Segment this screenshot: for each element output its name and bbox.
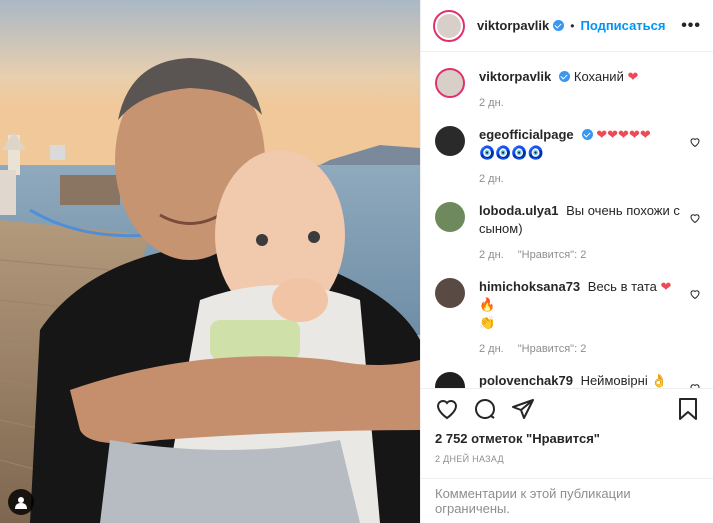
comments-list[interactable]: viktorpavlik Коханий ❤ 2 дн. egeofficial… — [421, 52, 713, 388]
share-icon[interactable] — [511, 397, 535, 421]
comment-username[interactable]: viktorpavlik — [479, 69, 551, 84]
more-options-icon[interactable]: ••• — [681, 17, 701, 35]
comment-item: polovenchak79 Неймовірні 👌 — [435, 372, 701, 388]
comment-item: loboda.ulya1 Вы очень похожи с сыном) 2 … — [435, 202, 701, 264]
comment-username[interactable]: polovenchak79 — [479, 373, 573, 388]
author-avatar[interactable] — [433, 9, 465, 42]
comment-emoji: 👌 — [651, 373, 668, 388]
separator-dot: • — [570, 18, 575, 33]
caption-item: viktorpavlik Коханий ❤ 2 дн. — [435, 68, 701, 112]
comment-text: Весь в тата — [587, 279, 657, 294]
comment-username[interactable]: egeofficialpage — [479, 127, 574, 142]
comment-likes[interactable]: "Нравится": 2 — [518, 249, 587, 261]
comment-time[interactable]: 2 дн. — [479, 343, 504, 355]
bookmark-icon[interactable] — [677, 397, 699, 421]
avatar[interactable] — [435, 202, 465, 232]
tag-user-icon — [15, 496, 27, 509]
comment-username[interactable]: himichoksana73 — [479, 279, 580, 294]
follow-button[interactable]: Подписаться — [580, 18, 665, 33]
post-sidebar: viktorpavlik • Подписаться ••• viktorpav… — [420, 0, 713, 523]
comment-emoji: ❤❤❤❤❤ — [596, 127, 651, 142]
comment-time[interactable]: 2 дн. — [479, 173, 504, 185]
comment-text: Коханий — [573, 69, 624, 84]
comment-text: Неймовірні — [580, 373, 648, 388]
avatar[interactable] — [435, 278, 465, 308]
avatar[interactable] — [435, 68, 465, 98]
post-photo[interactable] — [0, 0, 420, 523]
like-comment-heart-icon[interactable] — [689, 136, 701, 148]
author-username[interactable]: viktorpavlik — [477, 18, 549, 33]
comment-extra-emoji: 👏 — [479, 315, 496, 330]
comment-likes[interactable]: "Нравится": 2 — [518, 343, 587, 355]
comment-item: himichoksana73 Весь в тата ❤🔥 👏 2 дн. "Нр… — [435, 278, 701, 358]
likes-count[interactable]: 2 752 отметок "Нравится" — [421, 431, 713, 446]
like-comment-heart-icon[interactable] — [689, 288, 701, 300]
comment-time[interactable]: 2 дн. — [479, 249, 504, 261]
like-comment-heart-icon[interactable] — [689, 212, 701, 224]
instagram-post: viktorpavlik • Подписаться ••• viktorpav… — [0, 0, 713, 523]
comment-username[interactable]: loboda.ulya1 — [479, 203, 558, 218]
tag-user-button[interactable] — [8, 489, 34, 515]
comment-icon[interactable] — [473, 397, 497, 421]
heart-icon[interactable] — [435, 397, 459, 421]
post-header: viktorpavlik • Подписаться ••• — [421, 0, 713, 52]
avatar[interactable] — [435, 126, 465, 156]
comment-emoji: ❤ — [627, 69, 639, 84]
like-comment-heart-icon[interactable] — [689, 382, 701, 388]
comment-item: egeofficialpage ❤❤❤❤❤ 🧿🧿🧿🧿 2 дн. — [435, 126, 701, 188]
avatar[interactable] — [435, 372, 465, 388]
action-bar — [421, 388, 713, 429]
post-date[interactable]: 2 ДНЕЙ НАЗАД — [421, 454, 713, 464]
comment-extra-emoji: 🧿🧿🧿🧿 — [479, 145, 544, 160]
verified-badge-icon — [559, 71, 571, 82]
verified-badge-icon — [553, 20, 565, 31]
comment-time[interactable]: 2 дн. — [479, 97, 504, 109]
verified-badge-icon — [581, 129, 593, 140]
comments-limited-notice: Комментарии к этой публикации ограничены… — [421, 478, 713, 523]
